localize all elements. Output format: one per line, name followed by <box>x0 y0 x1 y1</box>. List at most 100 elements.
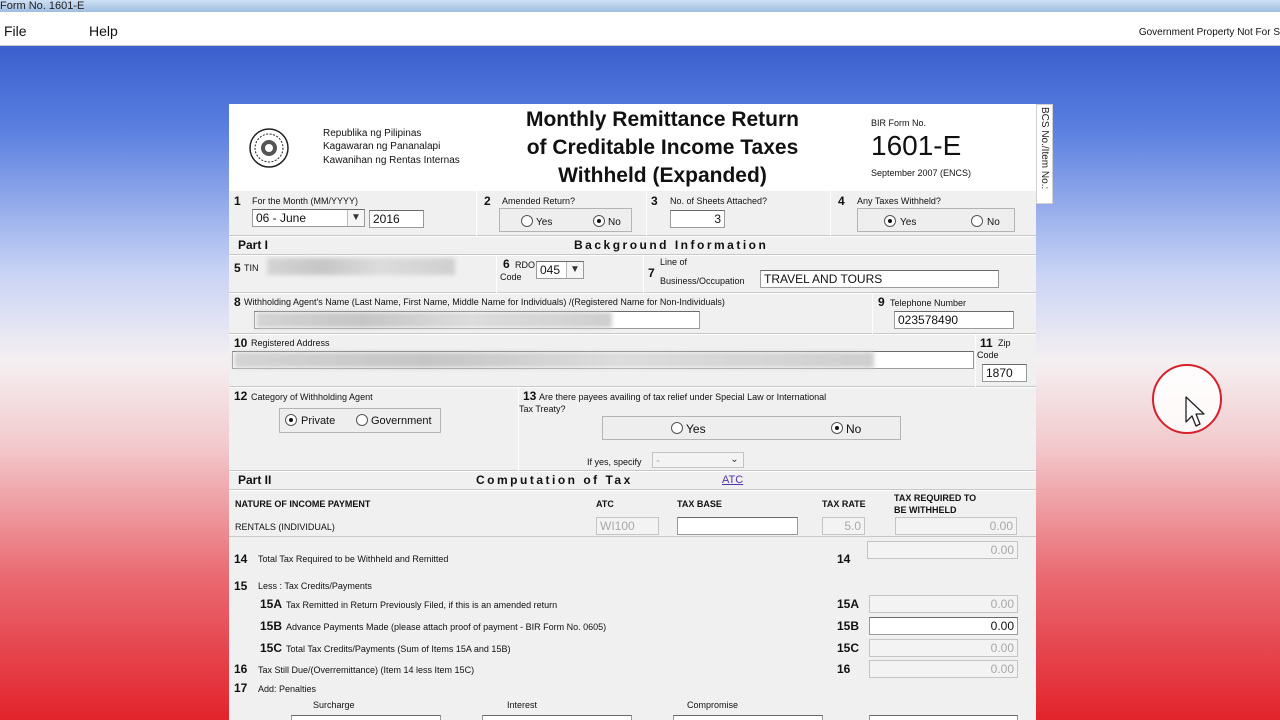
form-header: Republika ng Pilipinas Kagawaran ng Pana… <box>229 104 1036 190</box>
item-2-number: 2 <box>484 194 491 208</box>
year-input[interactable]: 2016 <box>369 210 424 228</box>
tin-redacted <box>267 258 455 275</box>
treaty-yes-radio[interactable] <box>671 422 683 434</box>
item-7-number: 7 <box>648 266 655 280</box>
item-14-number: 14 <box>234 552 248 566</box>
treaty-no-label: No <box>846 422 862 436</box>
form-number: 1601-E <box>871 130 962 161</box>
item-15a-ref: 15A <box>837 597 860 611</box>
atc-link[interactable]: ATC <box>722 474 743 486</box>
menu-bar: File Help Government Property Not For S <box>0 12 1280 46</box>
surcharge-label: Surcharge <box>313 700 355 710</box>
item-15b-number: 15B <box>260 619 283 633</box>
rdo-label-2: Code <box>500 272 522 282</box>
government-notice: Government Property Not For S <box>1138 27 1280 38</box>
zip-label-2: Code <box>977 350 999 360</box>
compromise-input[interactable] <box>673 715 823 720</box>
item-16-ref: 16 <box>837 662 851 676</box>
item-14-input: 0.00 <box>867 541 1018 559</box>
form-title-line-1: Monthly Remittance Return <box>525 108 800 131</box>
tax-rate-input: 5.0 <box>822 517 865 535</box>
treaty-no-radio[interactable] <box>831 422 843 434</box>
line-of-business-input[interactable]: TRAVEL AND TOURS <box>760 270 999 288</box>
chevron-down-icon[interactable]: ⌄ <box>726 453 743 467</box>
taxes-withheld-yes-label: Yes <box>900 217 917 228</box>
part-1-label: Part I <box>238 238 269 252</box>
interest-input[interactable] <box>482 715 632 720</box>
item-10-number: 10 <box>234 336 248 350</box>
item-16-number: 16 <box>234 662 248 676</box>
income-nature-value: RENTALS (INDIVIDUAL) <box>235 522 335 532</box>
amended-no-label: No <box>608 217 621 228</box>
item-15c-ref: 15C <box>837 641 860 655</box>
rdo-select[interactable]: 045 ▼ <box>536 261 584 279</box>
part-1-title: Background Information <box>574 238 769 252</box>
item-15-label: Less : Tax Credits/Payments <box>258 581 372 591</box>
item-17-number: 17 <box>234 681 248 695</box>
telephone-input[interactable]: 023578490 <box>894 311 1014 329</box>
penalties-total-input[interactable] <box>869 715 1018 720</box>
menu-file[interactable]: File <box>4 23 27 39</box>
agency-line-2: Kagawaran ng Pananalapi <box>323 141 441 152</box>
taxes-withheld-no-label: No <box>987 217 1000 228</box>
month-label: For the Month (MM/YYYY) <box>252 196 359 206</box>
tax-base-input[interactable] <box>677 517 798 535</box>
taxes-withheld-yes-radio[interactable] <box>884 215 896 227</box>
category-private-radio[interactable] <box>285 414 297 426</box>
category-government-radio[interactable] <box>356 414 368 426</box>
item-15b-label: Advance Payments Made (please attach pro… <box>286 622 607 632</box>
form-version: September 2007 (ENCS) <box>871 168 972 178</box>
item-15c-input: 0.00 <box>869 639 1018 657</box>
agent-name-label: Withholding Agent's Name (Last Name, Fir… <box>244 297 725 307</box>
item-15c-number: 15C <box>260 641 283 655</box>
part-2-label: Part II <box>238 473 272 487</box>
menu-help[interactable]: Help <box>89 23 118 39</box>
item-13-number: 13 <box>523 389 537 403</box>
chevron-down-icon[interactable]: ▼ <box>347 210 364 226</box>
taxes-withheld-no-radio[interactable] <box>971 215 983 227</box>
amended-yes-radio[interactable] <box>521 215 533 227</box>
item-15-number: 15 <box>234 579 248 593</box>
form-title-line-3: Withheld (Expanded) <box>558 164 767 187</box>
atc-input: WI100 <box>596 517 659 535</box>
line-of-business-label-2: Business/Occupation <box>660 276 745 286</box>
col-tax-rate-header: TAX RATE <box>822 499 866 509</box>
amended-no-radio[interactable] <box>593 215 605 227</box>
col-tax-base-header: TAX BASE <box>677 499 722 509</box>
line-of-business-label-1: Line of <box>660 257 688 267</box>
zip-input[interactable]: 1870 <box>982 364 1027 382</box>
telephone-label: Telephone Number <box>890 298 967 308</box>
item-1-number: 1 <box>234 194 241 208</box>
address-redacted <box>234 352 874 368</box>
item-16-input: 0.00 <box>869 660 1018 678</box>
item-14-ref: 14 <box>837 552 851 566</box>
item-11-number: 11 <box>980 336 993 350</box>
bir-form-panel: Republika ng Pilipinas Kagawaran ng Pana… <box>229 104 1036 720</box>
item-12-number: 12 <box>234 389 248 403</box>
item-15b-input[interactable]: 0.00 <box>869 617 1018 635</box>
item-17-label: Add: Penalties <box>258 684 317 694</box>
item-8-number: 8 <box>234 295 241 309</box>
compromise-label: Compromise <box>687 700 739 710</box>
item-15b-ref: 15B <box>837 619 860 633</box>
sheets-input[interactable]: 3 <box>670 210 725 228</box>
month-select[interactable]: 06 - June ▼ <box>252 209 365 227</box>
category-government-label: Government <box>371 415 432 427</box>
window-title-bar: Form No. 1601-E <box>0 0 1280 12</box>
rdo-label-1: RDO <box>515 260 535 270</box>
item-15a-label: Tax Remitted in Return Previously Filed,… <box>286 600 558 610</box>
taxes-withheld-label: Any Taxes Withheld? <box>857 196 941 206</box>
item-6-number: 6 <box>503 257 510 271</box>
chevron-down-icon[interactable]: ▼ <box>566 262 583 278</box>
item-16-label: Tax Still Due/(Overremittance) (Item 14 … <box>258 665 475 675</box>
sheets-label: No. of Sheets Attached? <box>670 196 768 206</box>
treaty-label-line-1: Are there payees availing of tax relief … <box>539 392 827 402</box>
category-label: Category of Withholding Agent <box>251 392 373 402</box>
specify-value: - <box>656 453 660 467</box>
specify-select[interactable]: - ⌄ <box>652 452 744 468</box>
form-number-label: BIR Form No. <box>871 118 927 128</box>
treaty-label-line-2: Tax Treaty? <box>519 404 566 414</box>
category-private-label: Private <box>301 415 336 427</box>
surcharge-input[interactable] <box>291 715 441 720</box>
specify-label: If yes, specify <box>587 457 642 467</box>
